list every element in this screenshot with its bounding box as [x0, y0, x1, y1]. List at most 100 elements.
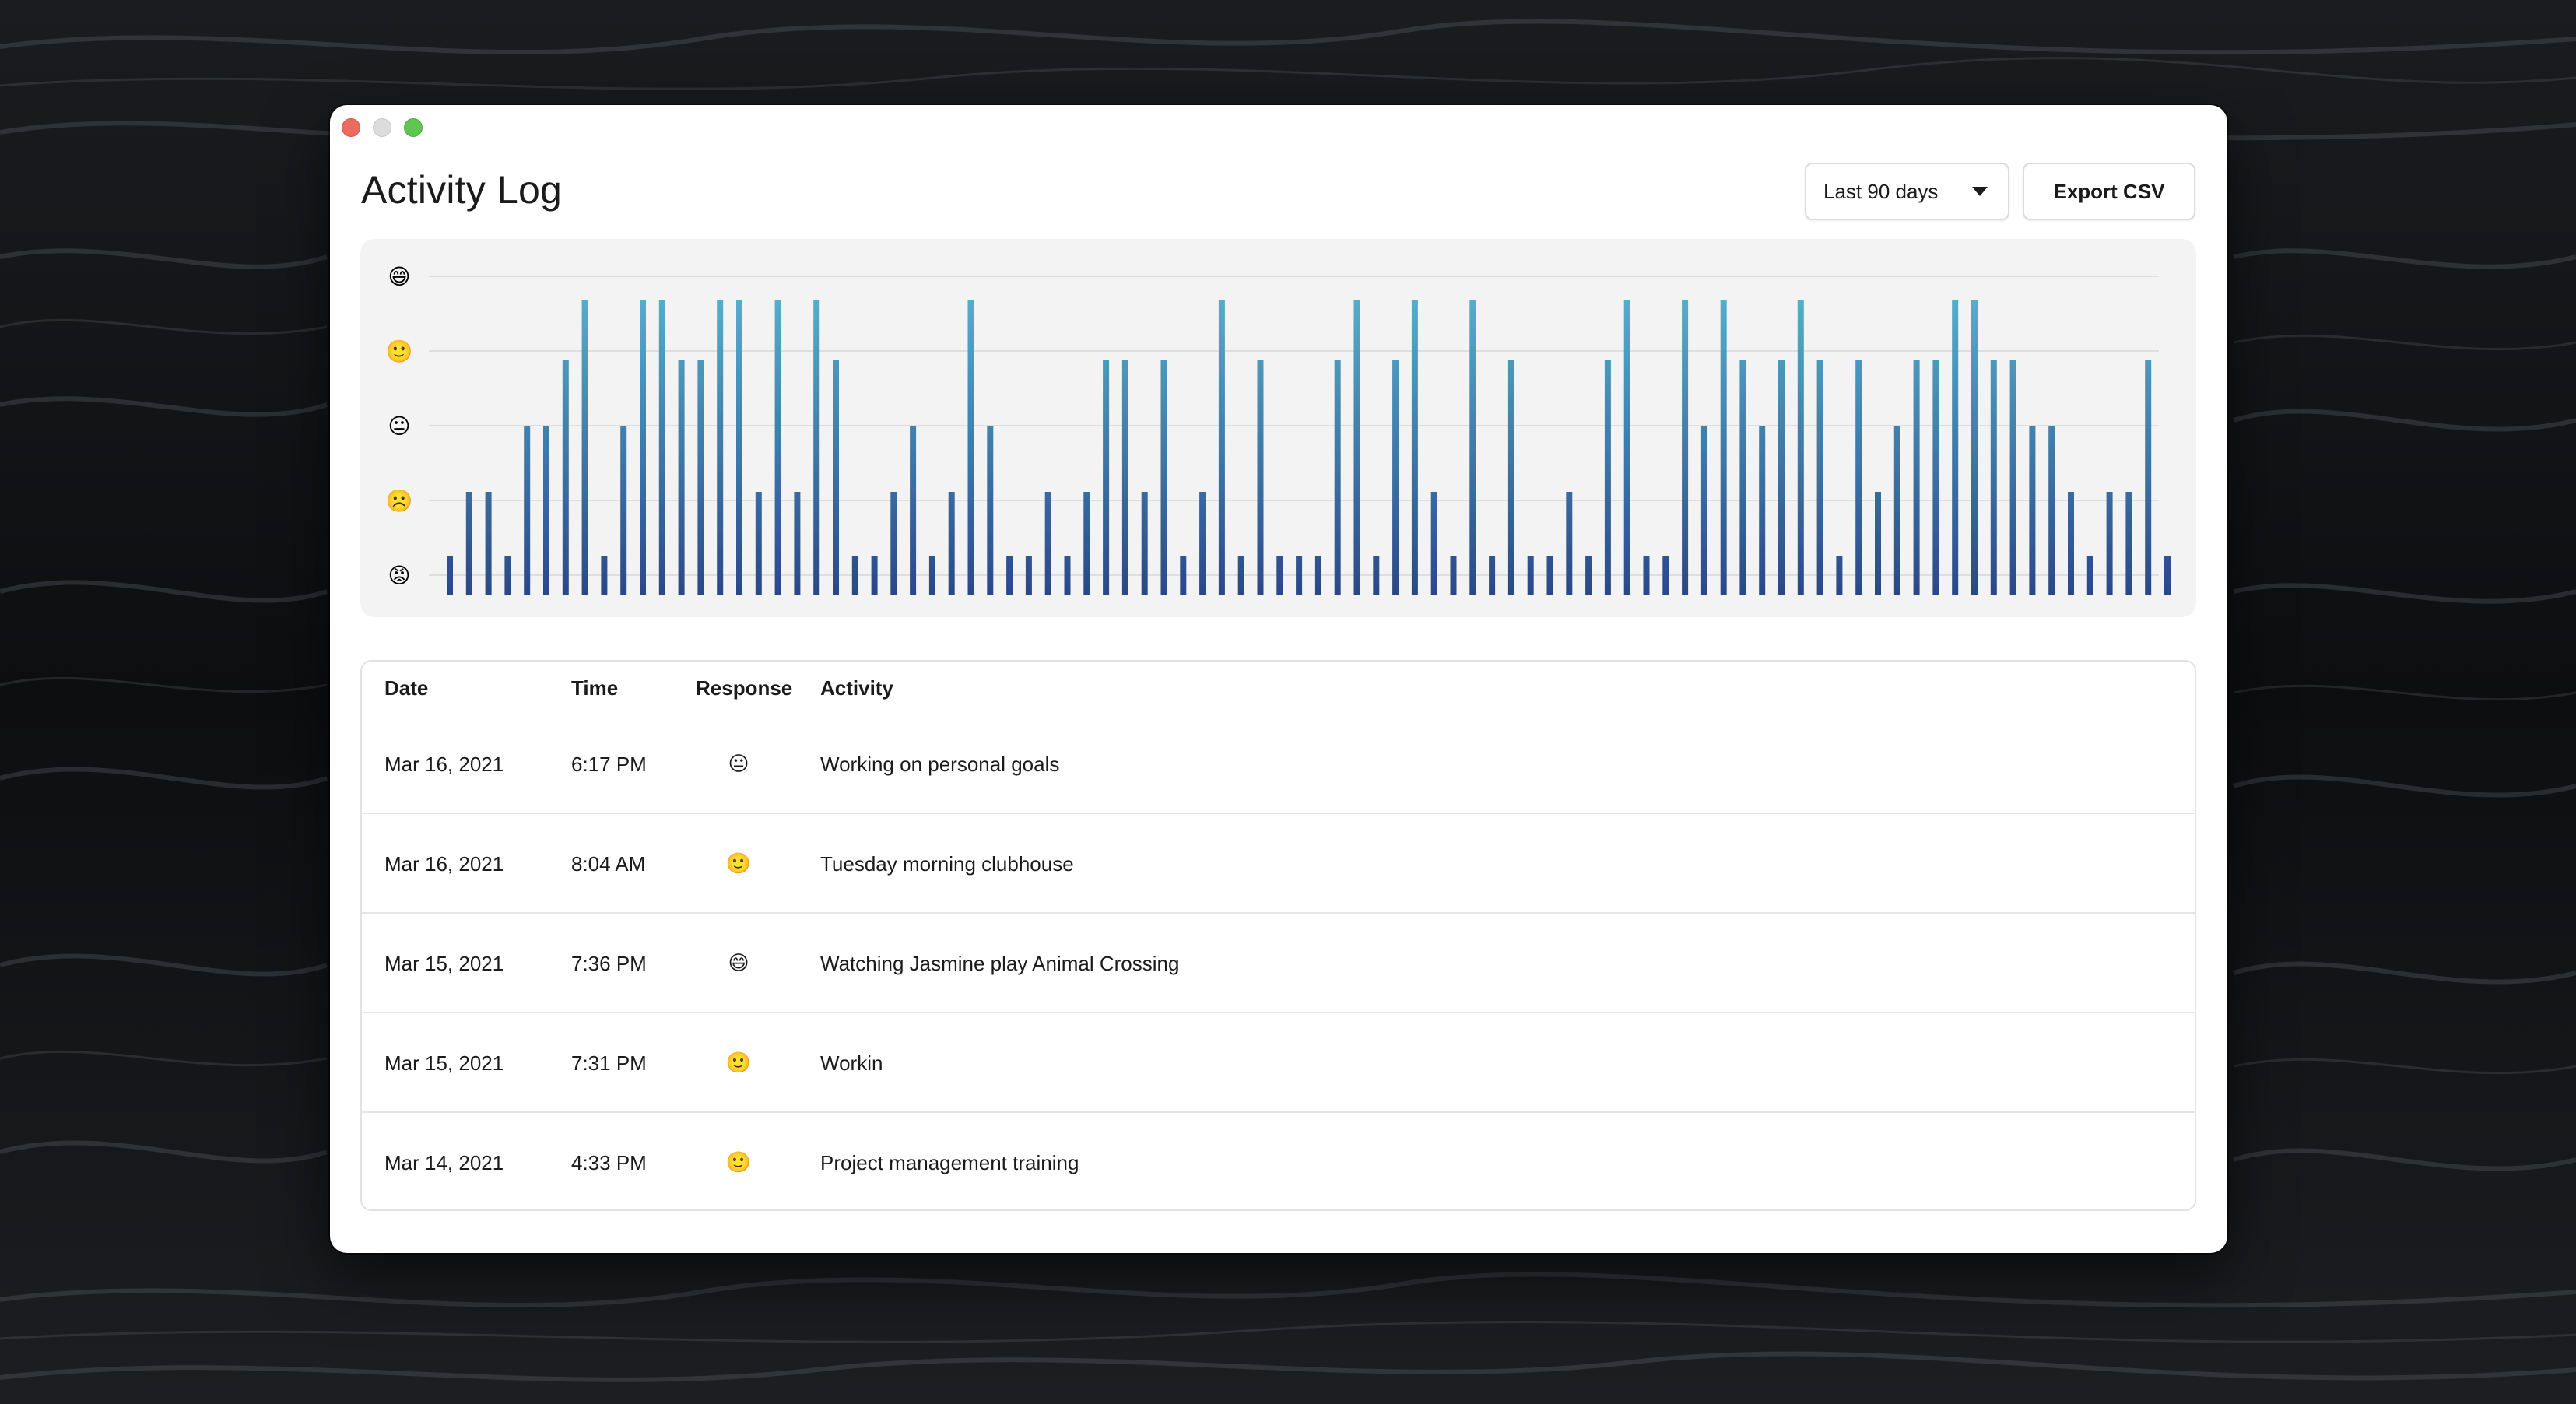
chart-bar [1932, 360, 1939, 595]
date-range-label: Last 90 days [1823, 179, 1939, 203]
chart-bar [1141, 492, 1148, 595]
cell-activity: Working on personal goals [820, 753, 1060, 776]
chart-bar [1990, 360, 1997, 595]
chart-bar [1469, 300, 1476, 595]
chart-bar [910, 426, 917, 595]
chevron-down-icon [1972, 187, 1988, 196]
export-csv-button[interactable]: Export CSV [2023, 163, 2195, 220]
chart-bar [2164, 556, 2171, 595]
activity-table: Date Time Response Activity Mar 16, 2021… [360, 660, 2196, 1211]
chart-bar [1816, 360, 1823, 595]
table-row[interactable]: Mar 14, 2021 4:33 PM 🙂 Project managemen… [362, 1113, 2195, 1209]
column-header-time[interactable]: Time [571, 662, 618, 714]
chart-bar [1971, 300, 1978, 595]
chart-bar [987, 426, 994, 595]
frowning-face-icon: ☹️ [386, 488, 413, 514]
chart-bar [678, 360, 685, 595]
cell-date: Mar 15, 2021 [384, 952, 504, 975]
chart-bar [1006, 556, 1013, 595]
chart-bar [1527, 556, 1534, 595]
activity-log-window: Activity Log Last 90 days Export CSV 😄 🙂 😐… [330, 105, 2227, 1253]
chart-bar [967, 300, 974, 595]
page-title: Activity Log [361, 168, 563, 212]
chart-bar [1450, 556, 1457, 595]
table-row[interactable]: Mar 16, 2021 6:17 PM 😐 Working on person… [362, 714, 2195, 814]
chart-bar [1952, 300, 1959, 595]
chart-bar [1662, 556, 1669, 595]
chart-bar [1489, 556, 1496, 595]
table-header: Date Time Response Activity [362, 662, 2195, 714]
cell-activity: Tuesday morning clubhouse [820, 852, 1074, 876]
slightly-smiling-face-icon: 🙂 [725, 852, 752, 876]
mood-bar-chart: 😄 🙂 😐 ☹️ 😡 [386, 264, 2171, 595]
chart-bar [1643, 556, 1650, 595]
chart-bar [1373, 556, 1380, 595]
chart-bar [774, 300, 781, 595]
zoom-window-button[interactable] [404, 118, 423, 137]
chart-bar [1334, 360, 1341, 595]
chart-bar [948, 492, 955, 595]
chart-bar [1566, 492, 1573, 595]
chart-bar [1585, 556, 1592, 595]
chart-bar [1430, 492, 1437, 595]
chart-bar [1546, 556, 1553, 595]
chart-bar [601, 556, 608, 595]
chart-bar [1507, 360, 1514, 595]
chart-bar [833, 360, 839, 595]
slightly-smiling-face-icon: 🙂 [725, 1051, 752, 1075]
chart-bar [1044, 492, 1051, 595]
chart-bar [2106, 492, 2113, 595]
chart-bar [1218, 300, 1225, 595]
chart-bar [1893, 426, 1900, 595]
chart-bar [1604, 360, 1611, 595]
chart-bar [465, 492, 472, 595]
column-header-date[interactable]: Date [384, 662, 428, 714]
chart-bar [813, 300, 820, 595]
chart-bar [1797, 300, 1804, 595]
chart-bar [1064, 556, 1071, 595]
column-header-response[interactable]: Response [696, 662, 792, 714]
chart-bar [2048, 426, 2055, 595]
chart-bar [447, 556, 453, 595]
cell-time: 7:36 PM [571, 952, 647, 975]
chart-bar [1623, 300, 1630, 595]
chart-bar [2009, 360, 2016, 595]
cell-activity: Project management training [820, 1151, 1079, 1174]
chart-bar [504, 556, 511, 595]
chart-bar [1276, 556, 1283, 595]
cell-date: Mar 15, 2021 [384, 1051, 504, 1075]
cell-activity: Workin [820, 1051, 883, 1075]
chart-bar [2029, 426, 2036, 595]
chart-bar [524, 426, 531, 595]
chart-bar [871, 556, 878, 595]
chart-bar [1314, 556, 1321, 595]
chart-bar [697, 360, 704, 595]
table-row[interactable]: Mar 15, 2021 7:36 PM 😄 Watching Jasmine … [362, 914, 2195, 1013]
mood-chart: 😄 🙂 😐 ☹️ 😡 [360, 239, 2196, 617]
chart-bar [2068, 492, 2074, 595]
date-range-dropdown[interactable]: Last 90 days [1805, 163, 2009, 220]
table-row[interactable]: Mar 16, 2021 8:04 AM 🙂 Tuesday morning c… [362, 814, 2195, 914]
chart-bar [1759, 426, 1766, 595]
chart-bar [2086, 556, 2093, 595]
minimize-window-button[interactable] [373, 118, 391, 137]
chart-bar [1739, 360, 1746, 595]
column-header-activity[interactable]: Activity [820, 662, 893, 714]
chart-bar [1720, 300, 1727, 595]
table-row[interactable]: Mar 15, 2021 7:31 PM 🙂 Workin [362, 1013, 2195, 1113]
chart-bar [640, 300, 646, 595]
chart-bar [620, 426, 627, 595]
chart-bar [1913, 360, 1920, 595]
chart-bar [794, 492, 801, 595]
cell-time: 6:17 PM [571, 753, 647, 776]
chart-bar [1836, 556, 1843, 595]
chart-bar [755, 492, 762, 595]
chart-bar [1392, 360, 1399, 595]
chart-bar [1682, 300, 1689, 595]
close-window-button[interactable] [342, 118, 360, 137]
chart-bar [736, 300, 742, 595]
chart-bar [1257, 360, 1264, 595]
chart-bar [1025, 556, 1032, 595]
cell-date: Mar 14, 2021 [384, 1151, 504, 1174]
chart-bar [851, 556, 858, 595]
